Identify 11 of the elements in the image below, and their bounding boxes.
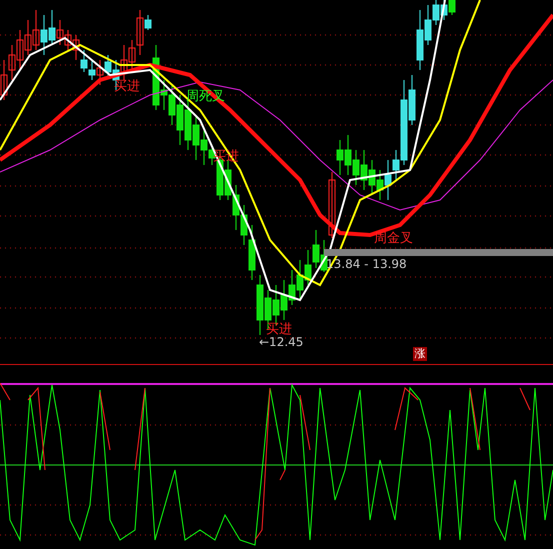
oscillator-segment [280,470,286,480]
oscillator-segment [300,394,310,450]
rise-badge: 涨 [413,347,427,361]
oscillator-segment [0,383,10,400]
oscillator-segment [394,387,418,430]
low-price-label: ←12.45 [259,335,304,349]
oscillator-segment [100,392,110,450]
oscillator-segment [520,388,530,410]
signal-label: 周金叉 [374,232,413,246]
signal-label: 买进 [266,323,292,337]
oscillator-segment [470,388,480,450]
